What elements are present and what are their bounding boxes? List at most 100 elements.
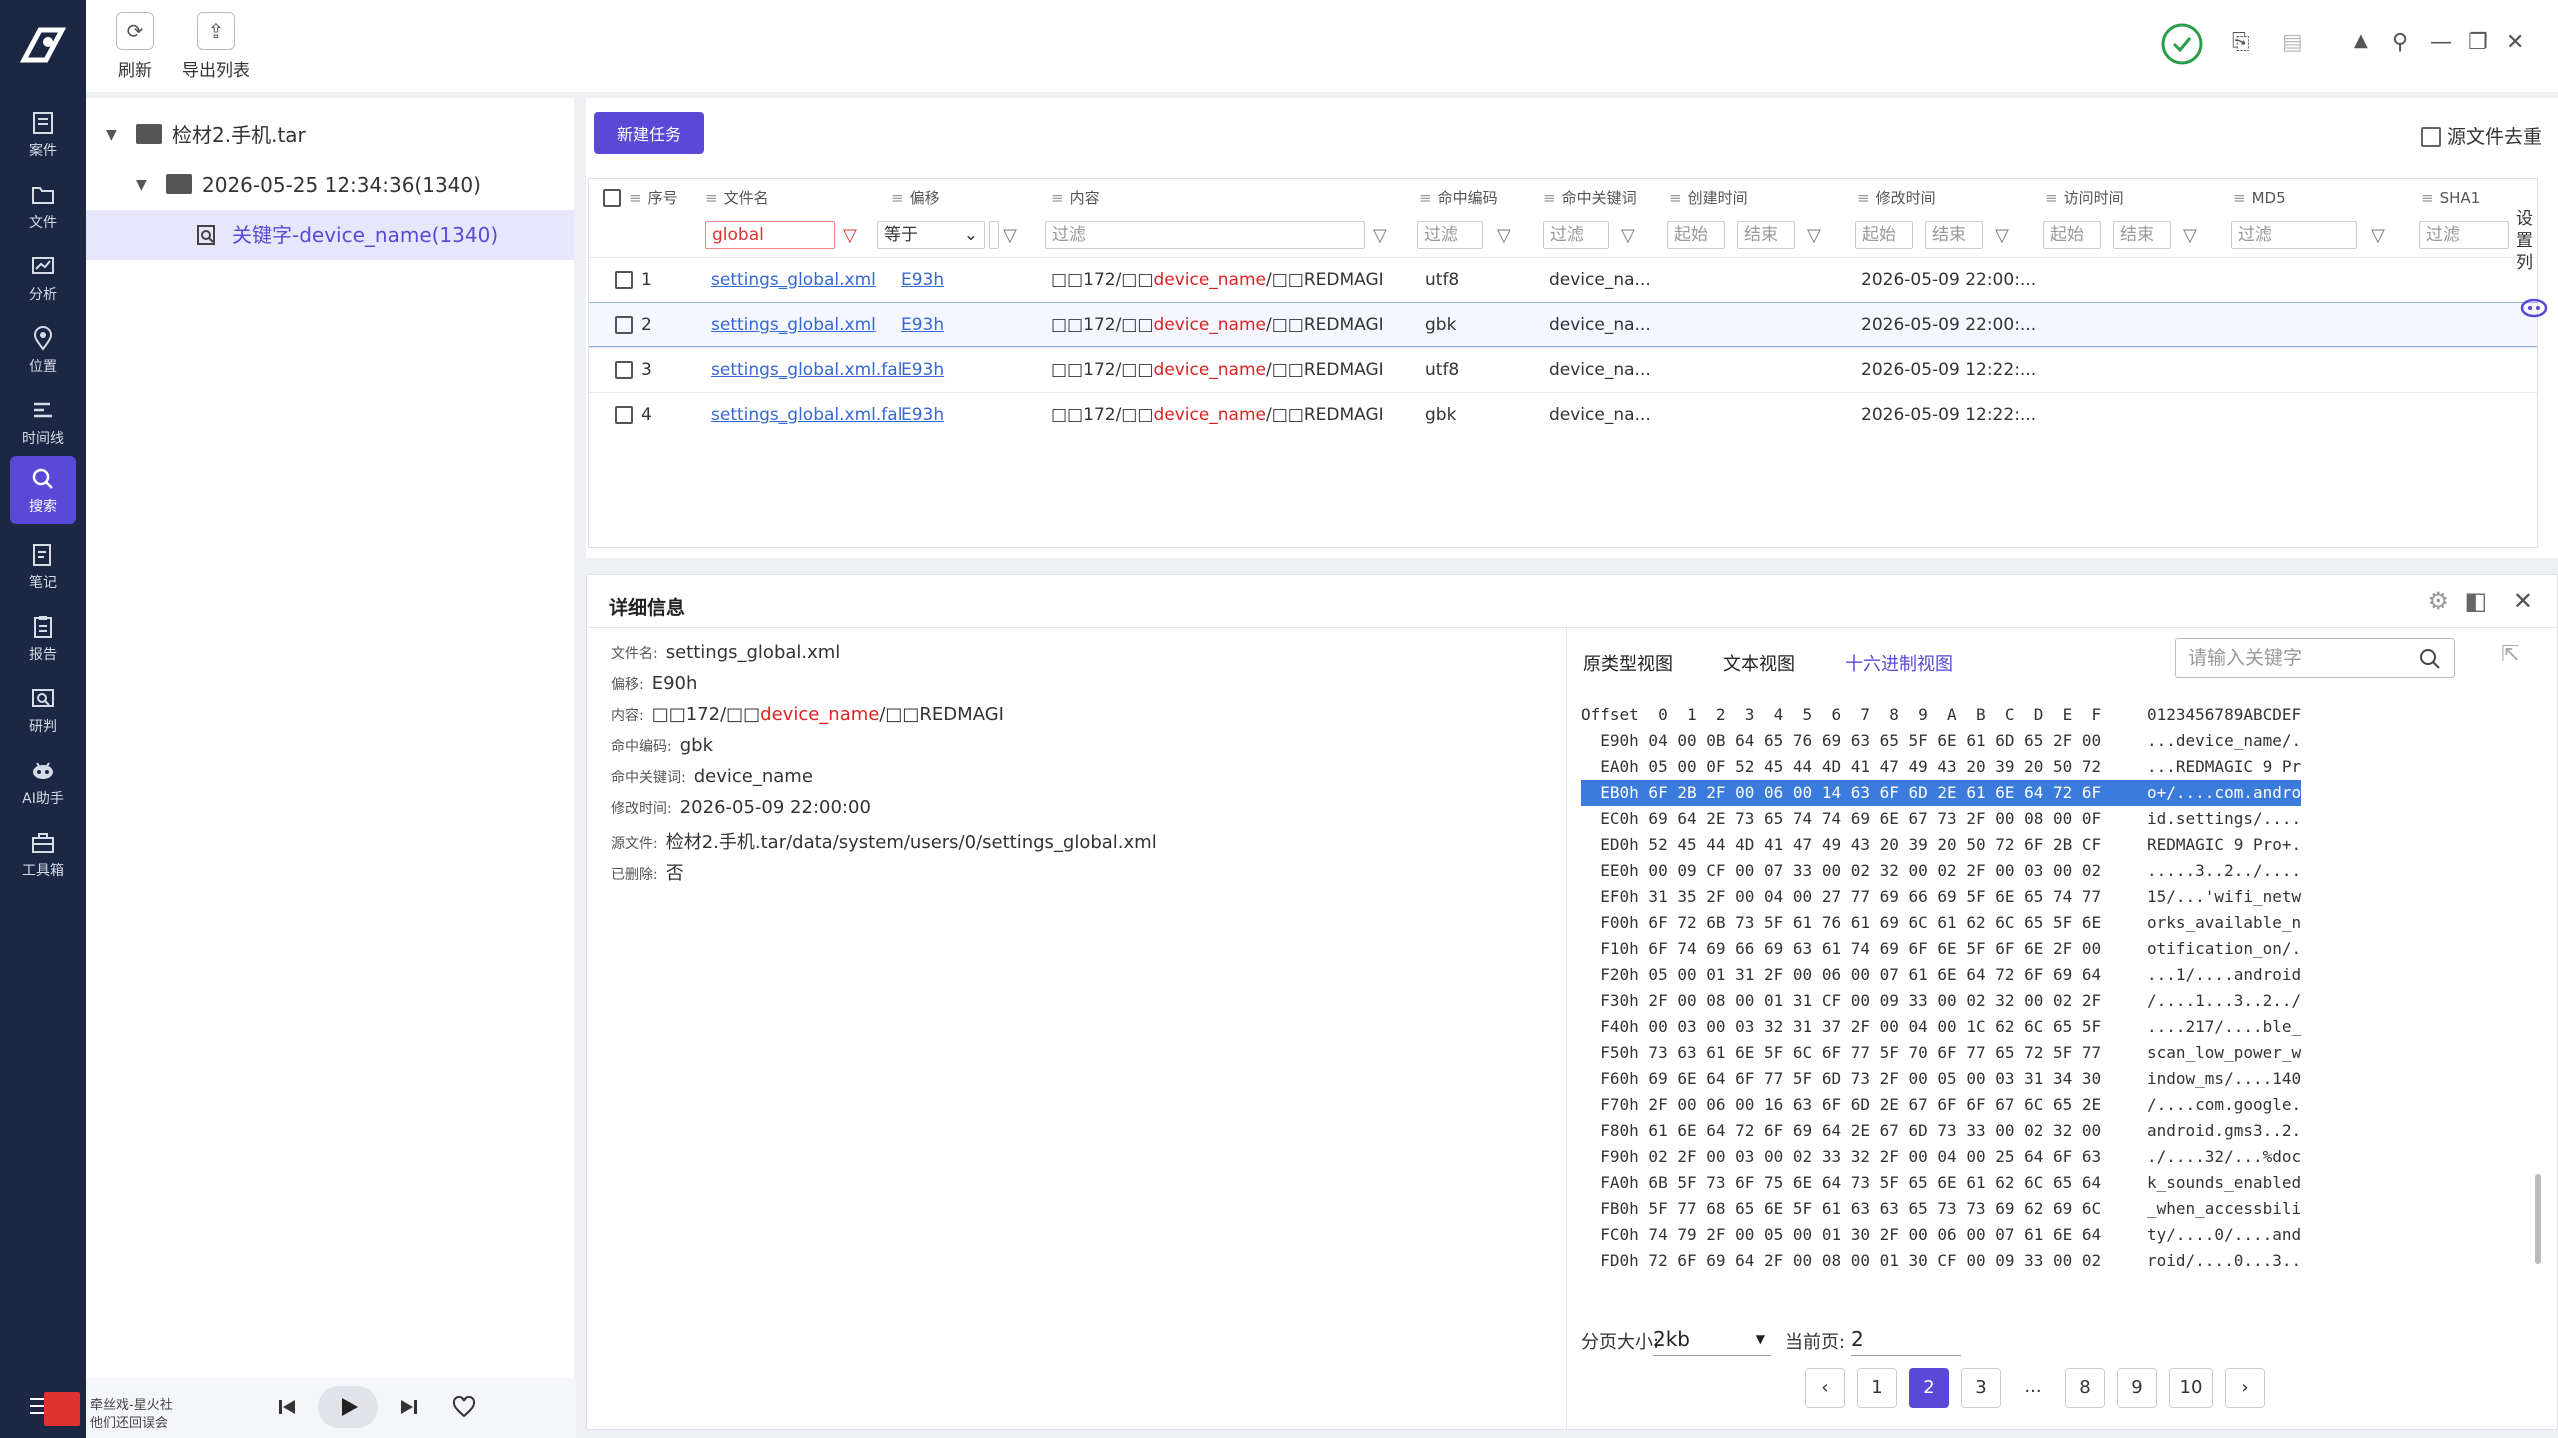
ascii-row[interactable]: ...device_name/. <box>2147 728 2301 754</box>
ascii-row[interactable]: .....3..2../.... <box>2147 858 2301 884</box>
tree-root[interactable]: ▼ 检材2.手机.tar <box>86 110 574 160</box>
ascii-row[interactable]: k_sounds_enabled <box>2147 1170 2301 1196</box>
hex-row[interactable]: FD0h 72 6F 69 64 2F 00 08 00 01 30 CF 00… <box>1581 1248 2101 1274</box>
col-header-filename[interactable]: ≡ 文件名 <box>705 179 769 217</box>
document-list-icon[interactable]: ▤ <box>2282 30 2303 55</box>
nav-file[interactable]: 文件 <box>0 172 86 240</box>
nav-ai-assistant[interactable]: AI助手 <box>0 748 86 816</box>
tree-keyword-node[interactable]: 关键字-device_name(1340) <box>86 210 574 260</box>
nav-timeline[interactable]: 时间线 <box>0 388 86 456</box>
document-export-icon[interactable]: ⎘ <box>2232 30 2250 55</box>
row-checkbox[interactable] <box>615 316 633 334</box>
atime-end-input[interactable]: 结束 <box>2113 221 2171 249</box>
hex-row[interactable]: F20h 05 00 01 31 2F 00 06 00 07 61 6E 64… <box>1581 962 2101 988</box>
hex-row[interactable]: EA0h 05 00 0F 52 45 44 4D 41 47 49 43 20… <box>1581 754 2101 780</box>
nav-location[interactable]: 位置 <box>0 316 86 384</box>
hex-row[interactable]: F10h 6F 74 69 66 69 63 61 74 69 6F 6E 5F… <box>1581 936 2101 962</box>
col-header-content[interactable]: ≡ 内容 <box>1051 179 1100 217</box>
offset-operator-select[interactable]: 等于 ⌄ <box>877 221 985 249</box>
md5-filter-input[interactable]: 过滤 <box>2231 221 2357 249</box>
tab-text-view[interactable]: 文本视图 <box>1723 650 1795 676</box>
ascii-row[interactable]: ty/....0/....and <box>2147 1222 2301 1248</box>
offset-link[interactable]: E93h <box>901 270 944 290</box>
column-settings-label[interactable]: 设置列 <box>2516 208 2534 274</box>
offset-link[interactable]: E93h <box>901 405 944 425</box>
status-check-icon[interactable] <box>2160 22 2204 66</box>
refresh-button[interactable]: ⟳ 刷新 <box>116 12 154 81</box>
hex-row[interactable]: EF0h 31 35 2F 00 04 00 27 77 69 66 69 5F… <box>1581 884 2101 910</box>
heart-icon[interactable] <box>452 1396 476 1418</box>
col-header-atime[interactable]: ≡ 访问时间 <box>2045 179 2124 217</box>
filename-link[interactable]: settings_global.xml.fal <box>711 405 902 425</box>
col-header-mtime[interactable]: ≡ 修改时间 <box>1857 179 1936 217</box>
funnel-icon[interactable]: ▽ <box>1807 225 1821 246</box>
row-checkbox[interactable] <box>615 361 633 379</box>
col-header-md5[interactable]: ≡ MD5 <box>2233 179 2286 217</box>
tab-original-view[interactable]: 原类型视图 <box>1583 650 1673 676</box>
hex-row[interactable]: F40h 00 03 00 03 32 31 37 2F 00 04 00 1C… <box>1581 1014 2101 1040</box>
page-button[interactable]: 9 <box>2117 1368 2157 1408</box>
play-button[interactable] <box>318 1386 378 1428</box>
funnel-icon[interactable]: ▽ <box>2183 225 2197 246</box>
ascii-row[interactable]: id.settings/.... <box>2147 806 2301 832</box>
hex-row[interactable]: EE0h 00 09 CF 00 07 33 00 02 32 00 02 2F… <box>1581 858 2101 884</box>
ascii-row[interactable]: roid/....0...3.. <box>2147 1248 2301 1274</box>
split-view-icon[interactable]: ◧ <box>2464 587 2487 615</box>
nav-case[interactable]: 案件 <box>0 100 86 168</box>
hex-row[interactable]: FA0h 6B 5F 73 6F 75 6E 64 73 5F 65 6E 61… <box>1581 1170 2101 1196</box>
hex-row[interactable]: F60h 69 6E 64 6F 77 5F 6D 73 2F 00 05 00… <box>1581 1066 2101 1092</box>
col-header-sha1[interactable]: ≡ SHA1 <box>2421 179 2480 217</box>
minimize-icon[interactable]: — <box>2430 30 2452 55</box>
export-list-button[interactable]: ⇪ 导出列表 <box>182 12 250 81</box>
ascii-row[interactable]: o+/....com.andro <box>2147 780 2302 806</box>
table-row[interactable]: 2 settings_global.xml E93h □□172/□□devic… <box>589 302 2537 347</box>
ctime-start-input[interactable]: 起始 <box>1667 221 1725 249</box>
prev-page-button[interactable]: ‹ <box>1805 1368 1845 1408</box>
nav-analysis[interactable]: 分析 <box>0 244 86 312</box>
chevron-down-icon[interactable]: ▼ <box>136 160 147 210</box>
keyword-search-input[interactable]: 请输入关键字 <box>2175 638 2455 678</box>
offset-filter-input[interactable] <box>989 221 999 249</box>
hex-row[interactable]: E90h 04 00 0B 64 65 76 69 63 65 5F 6E 61… <box>1581 728 2101 754</box>
keyword-filter-input[interactable]: 过滤 <box>1543 221 1609 249</box>
close-icon[interactable]: ✕ <box>2513 587 2533 615</box>
hex-row[interactable]: FC0h 74 79 2F 00 05 00 01 30 2F 00 06 00… <box>1581 1222 2101 1248</box>
hex-row[interactable]: F00h 6F 72 6B 73 5F 61 76 61 69 6C 61 62… <box>1581 910 2101 936</box>
col-header-ctime[interactable]: ≡ 创建时间 <box>1669 179 1748 217</box>
dedup-checkbox[interactable]: 源文件去重 <box>2420 122 2542 149</box>
funnel-icon[interactable]: ▽ <box>1003 225 1017 246</box>
sha1-filter-input[interactable]: 过滤 <box>2419 221 2509 249</box>
table-row[interactable]: 3 settings_global.xml.fal E93h □□172/□□d… <box>589 347 2537 392</box>
hex-scrollbar[interactable] <box>2535 1174 2541 1264</box>
table-row[interactable]: 1 settings_global.xml E93h □□172/□□devic… <box>589 257 2537 302</box>
ascii-row[interactable]: 15/...'wifi_netw <box>2147 884 2301 910</box>
nav-toolbox[interactable]: 工具箱 <box>0 820 86 888</box>
col-header-encoding[interactable]: ≡ 命中编码 <box>1419 179 1498 217</box>
row-checkbox[interactable] <box>615 271 633 289</box>
page-button[interactable]: 10 <box>2169 1368 2213 1408</box>
funnel-icon[interactable]: ▽ <box>843 225 857 246</box>
atime-start-input[interactable]: 起始 <box>2043 221 2101 249</box>
ascii-row[interactable]: ...1/....android <box>2147 962 2301 988</box>
hex-row[interactable]: EC0h 69 64 2E 73 65 74 74 69 6E 67 73 2F… <box>1581 806 2101 832</box>
funnel-icon[interactable]: ▽ <box>1995 225 2009 246</box>
funnel-icon[interactable]: ▽ <box>2371 225 2385 246</box>
ascii-row[interactable]: /....1...3..2../ <box>2147 988 2301 1014</box>
ascii-row[interactable]: indow_ms/....140 <box>2147 1066 2301 1092</box>
filename-filter-input[interactable]: global <box>705 221 835 249</box>
page-button-current[interactable]: 2 <box>1909 1368 1949 1408</box>
nav-search[interactable]: 搜索 <box>10 456 76 524</box>
nav-report[interactable]: 报告 <box>0 604 86 672</box>
external-link-icon[interactable]: ⇱ <box>2501 642 2519 667</box>
row-checkbox[interactable] <box>615 406 633 424</box>
restore-icon[interactable]: ❐ <box>2468 30 2488 55</box>
ctime-end-input[interactable]: 结束 <box>1737 221 1795 249</box>
hex-row[interactable]: F90h 02 2F 00 03 00 02 33 32 2F 00 04 00… <box>1581 1144 2101 1170</box>
funnel-icon[interactable]: ▽ <box>1497 225 1511 246</box>
next-page-button[interactable]: › <box>2225 1368 2265 1408</box>
page-button[interactable]: 3 <box>1961 1368 2001 1408</box>
hex-row[interactable]: F50h 73 63 61 6E 5F 6C 6F 77 5F 70 6F 77… <box>1581 1040 2101 1066</box>
pin-icon[interactable]: ⚲ <box>2392 30 2408 55</box>
hex-row[interactable]: EB0h 6F 2B 2F 00 06 00 14 63 6F 6D 2E 61… <box>1581 780 2149 806</box>
ai-robot-icon[interactable] <box>2520 294 2548 318</box>
